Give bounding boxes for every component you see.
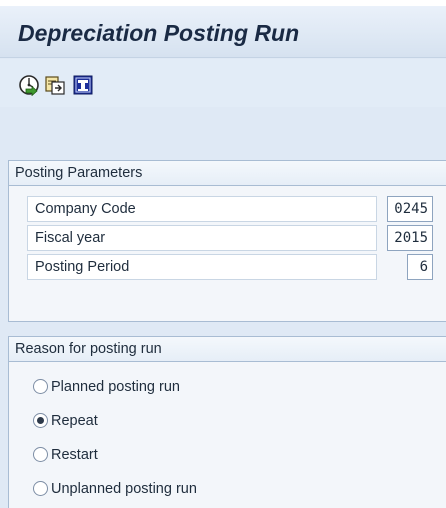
- radio-label: Repeat: [51, 413, 98, 429]
- radio-button[interactable]: [33, 413, 48, 428]
- radio-selected-dot: [37, 417, 44, 424]
- documentation-button[interactable]: [72, 74, 94, 96]
- program-documentation-icon: [73, 75, 93, 95]
- group-header: Posting Parameters: [9, 161, 446, 186]
- company-code-label: Company Code: [27, 196, 377, 222]
- radio-button[interactable]: [33, 447, 48, 462]
- group-header: Reason for posting run: [9, 337, 446, 362]
- application-toolbar: [0, 59, 446, 107]
- fiscal-year-input[interactable]: 2015: [387, 225, 433, 251]
- get-variant-button[interactable]: [44, 74, 66, 96]
- posting-period-label: Posting Period: [27, 254, 377, 280]
- radio-label: Restart: [51, 447, 98, 463]
- toolbar-gap: [0, 107, 446, 159]
- page-title: Depreciation Posting Run: [18, 20, 300, 46]
- radio-label: Planned posting run: [51, 379, 180, 395]
- posting-period-input[interactable]: 6: [407, 254, 433, 280]
- posting-parameters-group: Posting Parameters Company Code 0245 Fis…: [8, 160, 446, 322]
- radio-button[interactable]: [33, 379, 48, 394]
- radio-label: Unplanned posting run: [51, 481, 197, 497]
- fiscal-year-label: Fiscal year: [27, 225, 377, 251]
- get-variant-icon: [45, 76, 65, 95]
- company-code-input[interactable]: 0245: [387, 196, 433, 222]
- title-bar: Depreciation Posting Run: [0, 6, 446, 58]
- execute-button[interactable]: [18, 74, 40, 96]
- radio-button[interactable]: [33, 481, 48, 496]
- reason-for-posting-run-group: Reason for posting run Planned posting r…: [8, 336, 446, 508]
- execute-icon: [19, 75, 39, 96]
